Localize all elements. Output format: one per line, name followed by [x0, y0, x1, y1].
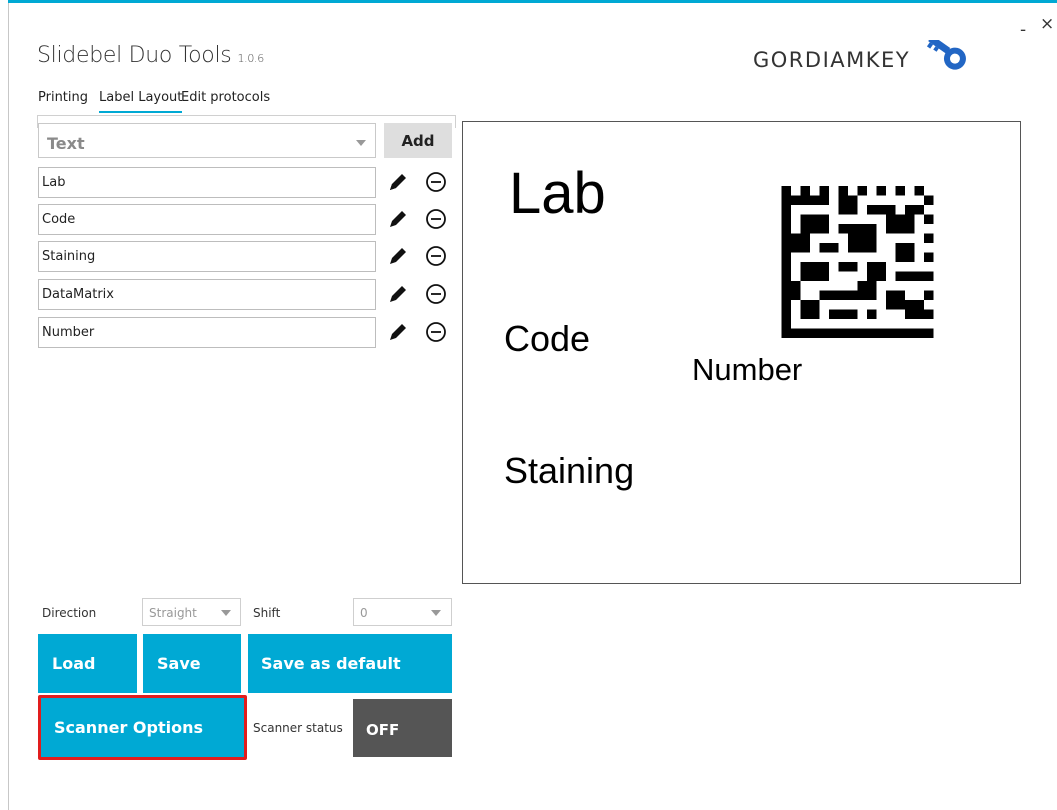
- field-lab-value: Lab: [42, 175, 66, 190]
- preview-number[interactable]: Number: [692, 352, 802, 388]
- scanner-options-highlight: [38, 695, 247, 760]
- minus-circle-icon[interactable]: [425, 208, 447, 230]
- chevron-down-icon: [221, 610, 231, 616]
- title-bar-accent: [8, 0, 1057, 3]
- preview-staining[interactable]: Staining: [504, 450, 634, 492]
- minus-circle-icon[interactable]: [425, 171, 447, 193]
- pencil-icon[interactable]: [387, 208, 409, 230]
- pencil-icon[interactable]: [387, 321, 409, 343]
- shift-value: 0: [360, 606, 368, 620]
- key-icon: [927, 40, 967, 70]
- logo-text: GORDIAMKEY: [753, 48, 911, 72]
- chevron-down-icon: [431, 610, 441, 616]
- scanner-status-value: OFF: [366, 721, 400, 739]
- field-staining[interactable]: Staining: [38, 241, 376, 272]
- logo: GORDIAMKEY: [753, 40, 972, 80]
- pencil-icon[interactable]: [387, 283, 409, 305]
- scanner-status-label: Scanner status: [253, 721, 343, 735]
- scanner-status-badge: OFF: [353, 699, 452, 757]
- chevron-down-icon: [356, 140, 366, 146]
- app-title-text: Slidebel Duo Tools: [37, 43, 232, 68]
- tab-edit-protocols[interactable]: Edit protocols: [181, 90, 270, 105]
- tab-label-layout[interactable]: Label Layout: [99, 90, 183, 113]
- preview-code[interactable]: Code: [504, 318, 590, 360]
- label-preview: Lab Code Number Staining: [462, 121, 1021, 584]
- minimize-button[interactable]: -: [1020, 20, 1026, 40]
- close-button[interactable]: ×: [1040, 14, 1054, 34]
- app-title: Slidebel Duo Tools 1.0.6: [37, 43, 264, 68]
- datamatrix-barcode-icon[interactable]: [781, 186, 934, 338]
- preview-lab[interactable]: Lab: [509, 160, 606, 227]
- panel-top-divider: [37, 115, 455, 116]
- field-number[interactable]: Number: [38, 317, 376, 348]
- field-datamatrix[interactable]: DataMatrix: [38, 279, 376, 310]
- element-type-value: Text: [47, 134, 85, 153]
- pencil-icon[interactable]: [387, 171, 409, 193]
- direction-label: Direction: [42, 606, 97, 620]
- element-type-select[interactable]: Text: [38, 123, 376, 158]
- app-version: 1.0.6: [237, 52, 264, 65]
- minus-circle-icon[interactable]: [425, 245, 447, 267]
- pencil-icon[interactable]: [387, 245, 409, 267]
- add-button[interactable]: Add: [384, 123, 452, 158]
- save-as-default-button[interactable]: Save as default: [248, 634, 452, 693]
- panel-right-edge: [455, 115, 456, 128]
- field-code-value: Code: [42, 212, 76, 227]
- tab-printing[interactable]: Printing: [38, 90, 88, 105]
- field-lab[interactable]: Lab: [38, 167, 376, 198]
- field-datamatrix-value: DataMatrix: [42, 287, 114, 302]
- minus-circle-icon[interactable]: [425, 283, 447, 305]
- direction-value: Straight: [149, 606, 197, 620]
- save-button[interactable]: Save: [143, 634, 241, 693]
- minus-circle-icon[interactable]: [425, 321, 447, 343]
- field-staining-value: Staining: [42, 249, 96, 264]
- window-left-border: [8, 3, 9, 810]
- shift-label: Shift: [253, 606, 281, 620]
- field-number-value: Number: [42, 325, 95, 340]
- field-code[interactable]: Code: [38, 204, 376, 235]
- load-button[interactable]: Load: [38, 634, 137, 693]
